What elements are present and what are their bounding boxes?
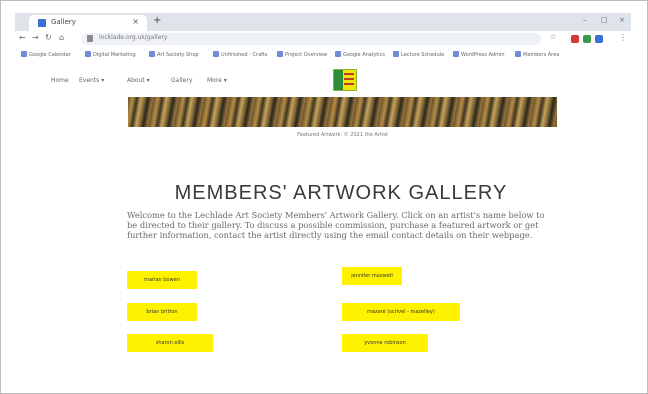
bookmark-icon	[393, 51, 399, 57]
bookmark-item[interactable]: Google Calendar	[21, 51, 71, 58]
artist-button-mazare[interactable]: mazaré (scrivel - mazelley)	[342, 303, 460, 321]
site-navigation: Home Events ▾ About ▾ Gallery More ▾	[15, 67, 631, 93]
bookmark-icon	[335, 51, 341, 57]
bookmark-icon	[213, 51, 219, 57]
nav-gallery[interactable]: Gallery	[171, 77, 192, 84]
bookmark-item[interactable]: Unfinished - Crafts	[213, 51, 267, 58]
url-text: locklade.org.uk/gallery	[99, 34, 168, 41]
bookmark-item[interactable]: Lecture Schedule	[393, 51, 444, 58]
extension-icon[interactable]	[595, 35, 603, 43]
browser-window: Gallery × + – □ × ← → ↻ ⌂ locklade.org.u…	[0, 0, 648, 394]
address-bar[interactable]: locklade.org.uk/gallery	[81, 33, 541, 45]
forward-arrow-icon[interactable]: →	[32, 33, 39, 42]
home-icon[interactable]: ⌂	[59, 33, 64, 42]
browser-tab[interactable]: Gallery ×	[29, 15, 147, 31]
nav-about[interactable]: About ▾	[127, 77, 150, 84]
bookmark-item[interactable]: Project Overview	[277, 51, 327, 58]
nav-more[interactable]: More ▾	[207, 77, 227, 84]
bookmark-icon	[85, 51, 91, 57]
bookmark-item[interactable]: Members Area	[515, 51, 559, 58]
extension-icon[interactable]	[571, 35, 579, 43]
logo-leaf-shape	[334, 70, 343, 90]
artist-button-marian-bowen[interactable]: marian bowen	[127, 271, 197, 289]
bookmark-icon	[515, 51, 521, 57]
tab-strip: Gallery × + – □ ×	[15, 13, 631, 31]
nav-home[interactable]: Home	[51, 77, 69, 84]
artist-button-brian-britton[interactable]: brian britton	[127, 303, 197, 321]
browser-toolbar: ← → ↻ ⌂ locklade.org.uk/gallery ☆ ⋮	[15, 31, 631, 47]
new-tab-button[interactable]: +	[153, 15, 161, 26]
bookmark-icon	[149, 51, 155, 57]
tab-close-icon[interactable]: ×	[132, 17, 139, 26]
extension-icon[interactable]	[583, 35, 591, 43]
close-window-button[interactable]: ×	[619, 16, 625, 24]
minimize-button[interactable]: –	[583, 16, 587, 24]
lock-icon	[87, 35, 93, 42]
artist-button-sharon-ellis[interactable]: sharon ellis	[127, 334, 213, 352]
bookmark-item[interactable]: Digital Marketing	[85, 51, 136, 58]
tab-title: Gallery	[51, 18, 76, 26]
artist-button-yvonne-robinson[interactable]: yvonne robinson	[342, 334, 428, 352]
menu-dots-icon[interactable]: ⋮	[619, 33, 627, 42]
bookmark-item[interactable]: WordPress Admin	[453, 51, 505, 58]
banner-caption: Featured Artwork: © 2021 the Artist	[297, 132, 388, 138]
bookmark-icon	[453, 51, 459, 57]
intro-paragraph: Welcome to the Lechlade Art Society Memb…	[127, 210, 545, 240]
bookmark-icon	[21, 51, 27, 57]
bookmark-item[interactable]: Art Society Shop	[149, 51, 199, 58]
star-icon[interactable]: ☆	[550, 33, 556, 41]
back-arrow-icon[interactable]: ←	[19, 33, 26, 42]
bookmark-item[interactable]: Google Analytics	[335, 51, 385, 58]
featured-artwork-banner	[128, 97, 557, 127]
artist-button-jennifer-maxwell[interactable]: jennifer maxwell	[342, 267, 402, 285]
bookmarks-bar: Google Calendar Digital Marketing Art So…	[15, 49, 631, 61]
site-logo[interactable]	[333, 69, 357, 91]
reload-icon[interactable]: ↻	[45, 33, 52, 42]
bookmark-icon	[277, 51, 283, 57]
maximize-button[interactable]: □	[601, 16, 608, 24]
page-title: MEMBERS' ARTWORK GALLERY	[174, 182, 508, 204]
favicon-icon	[38, 19, 46, 27]
nav-events[interactable]: Events ▾	[79, 77, 104, 84]
